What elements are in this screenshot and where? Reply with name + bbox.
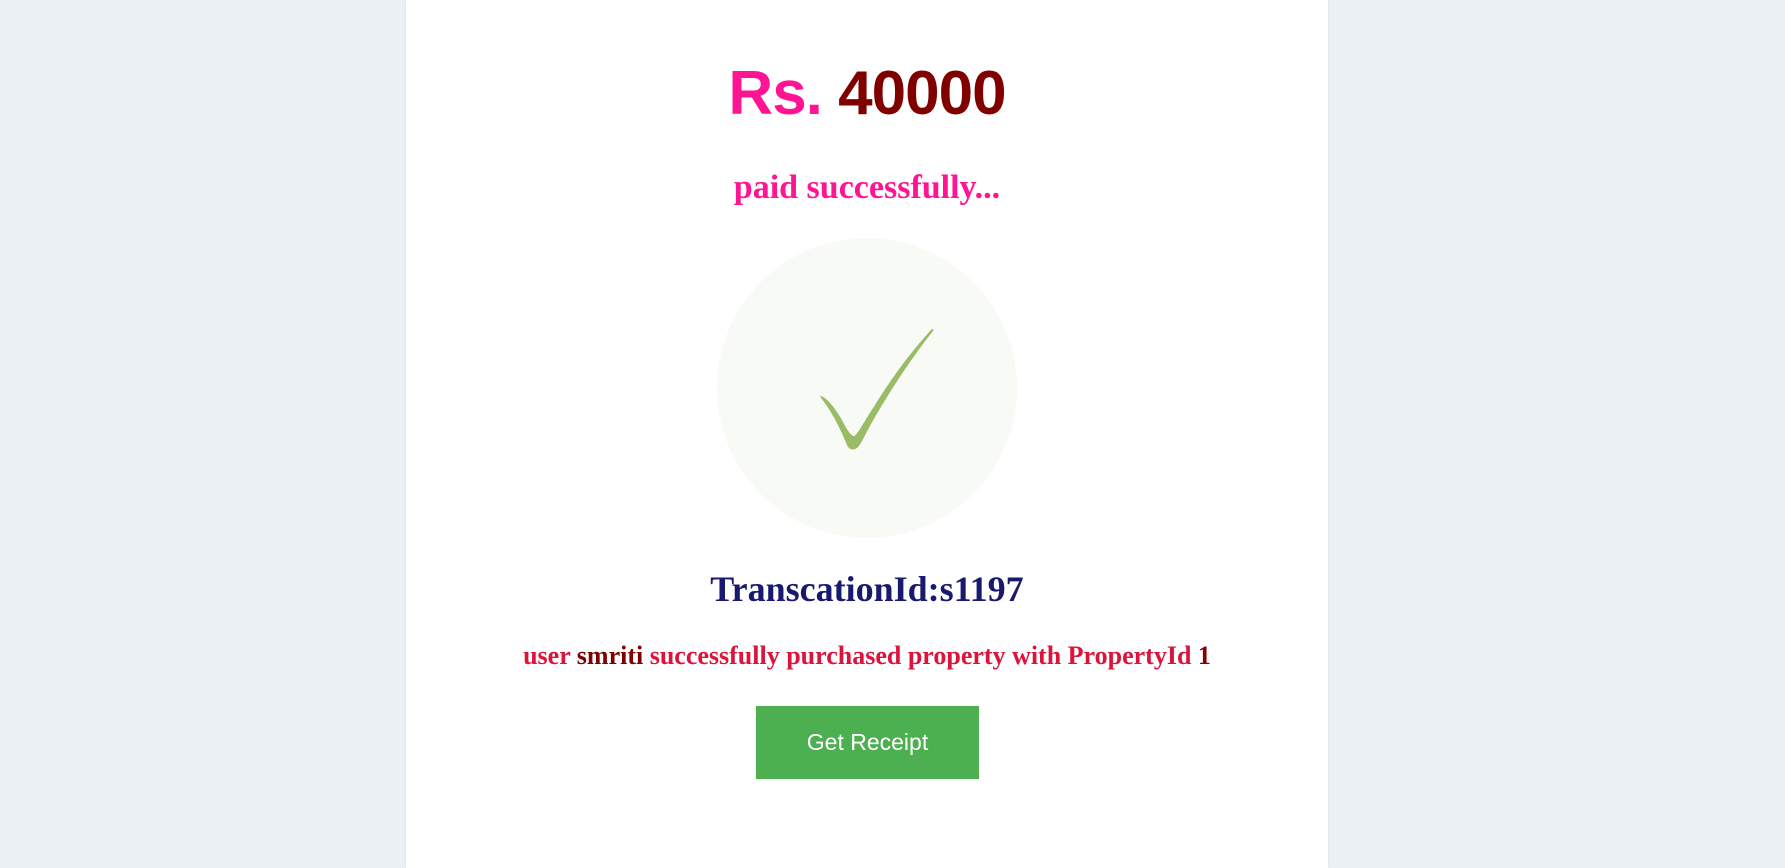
paid-amount: Rs. 40000: [406, 58, 1328, 130]
transaction-id: TranscationId:s1197: [406, 568, 1328, 610]
currency-label: Rs.: [728, 59, 822, 128]
success-indicator: [717, 238, 1017, 538]
transaction-value: s1197: [939, 569, 1024, 609]
purchase-message: user smriti successfully purchased prope…: [406, 640, 1328, 672]
message-middle: successfully purchased property with Pro…: [643, 641, 1198, 670]
property-id: 1: [1197, 641, 1211, 670]
message-prefix: user: [523, 641, 577, 670]
get-receipt-button[interactable]: Get Receipt: [756, 706, 979, 779]
transaction-label: TranscationId:: [710, 569, 940, 609]
username: smriti: [576, 641, 644, 670]
checkmark-icon: [820, 328, 934, 450]
payment-status-text: paid successfully...: [733, 169, 1001, 206]
amount-value: 40000: [838, 59, 1006, 128]
payment-success-card: Rs. 40000 paid successfully... Transcati…: [406, 0, 1328, 868]
